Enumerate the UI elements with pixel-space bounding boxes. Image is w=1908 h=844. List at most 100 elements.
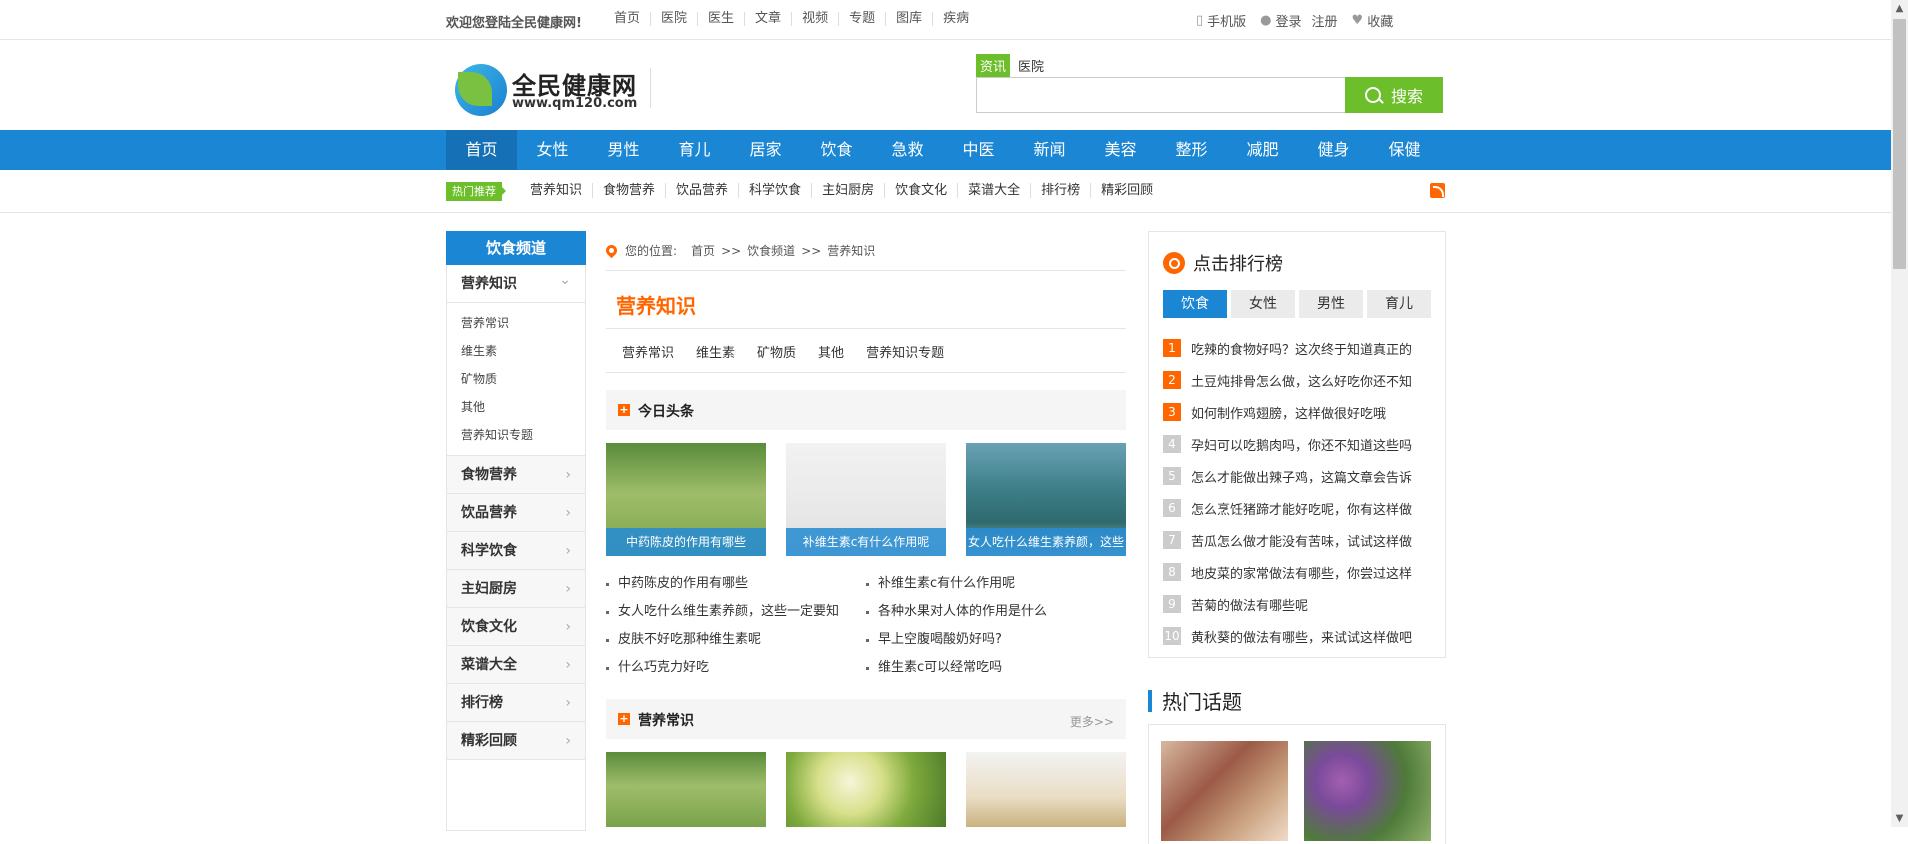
tab-common-sense[interactable]: 营养常识: [622, 342, 674, 361]
sidebar-sub-item[interactable]: 矿物质: [461, 365, 585, 393]
rank-tab-women[interactable]: 女性: [1231, 290, 1295, 318]
main-nav-fitness[interactable]: 健身: [1298, 130, 1369, 170]
sub-nav-nutrition[interactable]: 营养知识: [522, 183, 592, 198]
sidebar-category[interactable]: 排行榜: [447, 684, 585, 722]
mobile-link[interactable]: ▯ 手机版: [1196, 11, 1246, 30]
top-nav-article[interactable]: 文章: [744, 12, 791, 26]
sub-nav-review[interactable]: 精彩回顾: [1090, 183, 1163, 198]
top-nav-disease[interactable]: 疾病: [932, 12, 979, 26]
sidebar-category[interactable]: 饮食文化: [447, 608, 585, 646]
main-nav-home[interactable]: 首页: [446, 130, 517, 170]
sidebar-category[interactable]: 饮品营养: [447, 494, 585, 532]
rss-icon[interactable]: [1430, 183, 1445, 198]
news-link[interactable]: 中药陈皮的作用有哪些: [606, 570, 861, 598]
search-input[interactable]: [976, 77, 1346, 113]
news-link[interactable]: 补维生素c有什么作用呢: [866, 570, 1121, 598]
main-nav-men[interactable]: 男性: [588, 130, 659, 170]
top-nav-video[interactable]: 视频: [791, 12, 838, 26]
sidebar-category-nutrition[interactable]: 营养知识: [447, 261, 585, 303]
news-link[interactable]: 皮肤不好吃那种维生素呢: [606, 626, 861, 654]
rank-item[interactable]: 5 怎么才能做出辣子鸡，这篇文章会告诉: [1163, 460, 1433, 492]
sub-nav-recipes[interactable]: 菜谱大全: [957, 183, 1030, 198]
main-nav-home-living[interactable]: 居家: [730, 130, 801, 170]
top-nav-hospital[interactable]: 医院: [650, 12, 697, 26]
news-link[interactable]: 各种水果对人体的作用是什么: [866, 598, 1121, 626]
main-nav-plastic[interactable]: 整形: [1156, 130, 1227, 170]
sidebar-category[interactable]: 科学饮食: [447, 532, 585, 570]
sidebar-category[interactable]: 食物营养: [447, 456, 585, 494]
search-tab-news[interactable]: 资讯: [976, 54, 1011, 77]
sub-nav-scientific-diet[interactable]: 科学饮食: [738, 183, 811, 198]
main-nav-health-care[interactable]: 保健: [1369, 130, 1440, 170]
news-link[interactable]: 早上空腹喝酸奶好吗?: [866, 626, 1121, 654]
breadcrumb-home[interactable]: 首页: [691, 242, 715, 259]
register-link[interactable]: 注册: [1312, 11, 1338, 30]
headline-pic-3[interactable]: 女人吃什么维生素养颜，这些: [966, 443, 1126, 556]
scroll-down-arrow-icon[interactable]: ▼: [1891, 810, 1908, 827]
topic-pic-family[interactable]: [1161, 741, 1288, 841]
tab-vitamins[interactable]: 维生素: [696, 342, 735, 361]
main-nav-news[interactable]: 新闻: [1014, 130, 1085, 170]
search-tab-hospital[interactable]: 医院: [1010, 54, 1052, 77]
main-nav-diet[interactable]: 饮食: [801, 130, 872, 170]
section2-pic-1[interactable]: [606, 752, 766, 827]
rank-tab-parenting[interactable]: 育儿: [1367, 290, 1431, 318]
top-nav-home[interactable]: 首页: [604, 12, 650, 26]
main-nav-weight-loss[interactable]: 减肥: [1227, 130, 1298, 170]
more-link[interactable]: 更多>>: [1070, 713, 1114, 730]
sidebar-sub-item[interactable]: 维生素: [461, 337, 585, 365]
headline-pic-1[interactable]: 中药陈皮的作用有哪些: [606, 443, 766, 556]
tab-nutrition-topic[interactable]: 营养知识专题: [866, 342, 944, 361]
rank-item[interactable]: 10 黄秋葵的做法有哪些，来试试这样做吧: [1163, 620, 1433, 652]
news-link[interactable]: 女人吃什么维生素养颜，这些一定要知: [606, 598, 861, 626]
search-button[interactable]: 搜索: [1345, 77, 1443, 113]
login-link[interactable]: 登录: [1276, 11, 1302, 30]
news-link[interactable]: 什么巧克力好吃: [606, 654, 861, 682]
rank-tab-men[interactable]: 男性: [1299, 290, 1363, 318]
news-link[interactable]: 维生素c可以经常吃吗: [866, 654, 1121, 682]
rank-item[interactable]: 7 苦瓜怎么做才能没有苦味，试试这样做: [1163, 524, 1433, 556]
top-nav-doctor[interactable]: 医生: [697, 12, 744, 26]
main-nav-first-aid[interactable]: 急救: [872, 130, 943, 170]
main-nav-tcm[interactable]: 中医: [943, 130, 1014, 170]
sub-nav-food-nutrition[interactable]: 食物营养: [592, 183, 665, 198]
rank-item[interactable]: 2 土豆炖排骨怎么做，这么好吃你还不知: [1163, 364, 1433, 396]
section2-pic-3[interactable]: [966, 752, 1126, 827]
sub-nav-drink-nutrition[interactable]: 饮品营养: [665, 183, 738, 198]
vertical-scrollbar[interactable]: ▲ ▼: [1891, 0, 1908, 827]
rank-item[interactable]: 1 吃辣的食物好吗？这次终于知道真正的: [1163, 332, 1433, 364]
plus-icon: +: [618, 712, 630, 725]
main-nav-beauty[interactable]: 美容: [1085, 130, 1156, 170]
main-nav-women[interactable]: 女性: [517, 130, 588, 170]
main-nav-parenting[interactable]: 育儿: [659, 130, 730, 170]
sidebar-sub-item[interactable]: 营养常识: [461, 309, 585, 337]
breadcrumb-channel[interactable]: 饮食频道: [747, 242, 795, 259]
login-group: ● 登录 注册: [1260, 11, 1337, 30]
rank-item[interactable]: 8 地皮菜的家常做法有哪些，你尝过这样: [1163, 556, 1433, 588]
section2-pic-2[interactable]: [786, 752, 946, 827]
scrollbar-thumb[interactable]: [1893, 19, 1906, 269]
site-logo[interactable]: 全民健康网 www.qm120.com: [452, 62, 652, 118]
sidebar-category[interactable]: 菜谱大全: [447, 646, 585, 684]
tab-other[interactable]: 其他: [818, 342, 844, 361]
top-nav-topic[interactable]: 专题: [838, 12, 885, 26]
sub-nav-food-culture[interactable]: 饮食文化: [884, 183, 957, 198]
sidebar-sub-item[interactable]: 营养知识专题: [461, 421, 585, 449]
sidebar-category[interactable]: 主妇厨房: [447, 570, 585, 608]
rank-item[interactable]: 9 苦菊的做法有哪些呢: [1163, 588, 1433, 620]
sub-nav-ranking[interactable]: 排行榜: [1030, 183, 1090, 198]
favorite-link[interactable]: ♥ 收藏: [1352, 11, 1394, 30]
breadcrumb-current[interactable]: 营养知识: [827, 242, 875, 259]
rank-item[interactable]: 3 如何制作鸡翅膀，这样做很好吃哦: [1163, 396, 1433, 428]
sidebar-sub-item[interactable]: 其他: [461, 393, 585, 421]
rank-tab-diet[interactable]: 饮食: [1163, 290, 1227, 318]
tab-minerals[interactable]: 矿物质: [757, 342, 796, 361]
scroll-up-arrow-icon[interactable]: ▲: [1891, 0, 1908, 17]
sub-nav-kitchen[interactable]: 主妇厨房: [811, 183, 884, 198]
headline-pic-2[interactable]: 补维生素c有什么作用呢: [786, 443, 946, 556]
rank-item[interactable]: 4 孕妇可以吃鹅肉吗，你还不知道这些吗: [1163, 428, 1433, 460]
rank-item[interactable]: 6 怎么烹饪猪蹄才能好吃呢，你有这样做: [1163, 492, 1433, 524]
topic-pic-flowers[interactable]: [1304, 741, 1431, 841]
sidebar-category[interactable]: 精彩回顾: [447, 722, 585, 760]
top-nav-gallery[interactable]: 图库: [885, 12, 932, 26]
